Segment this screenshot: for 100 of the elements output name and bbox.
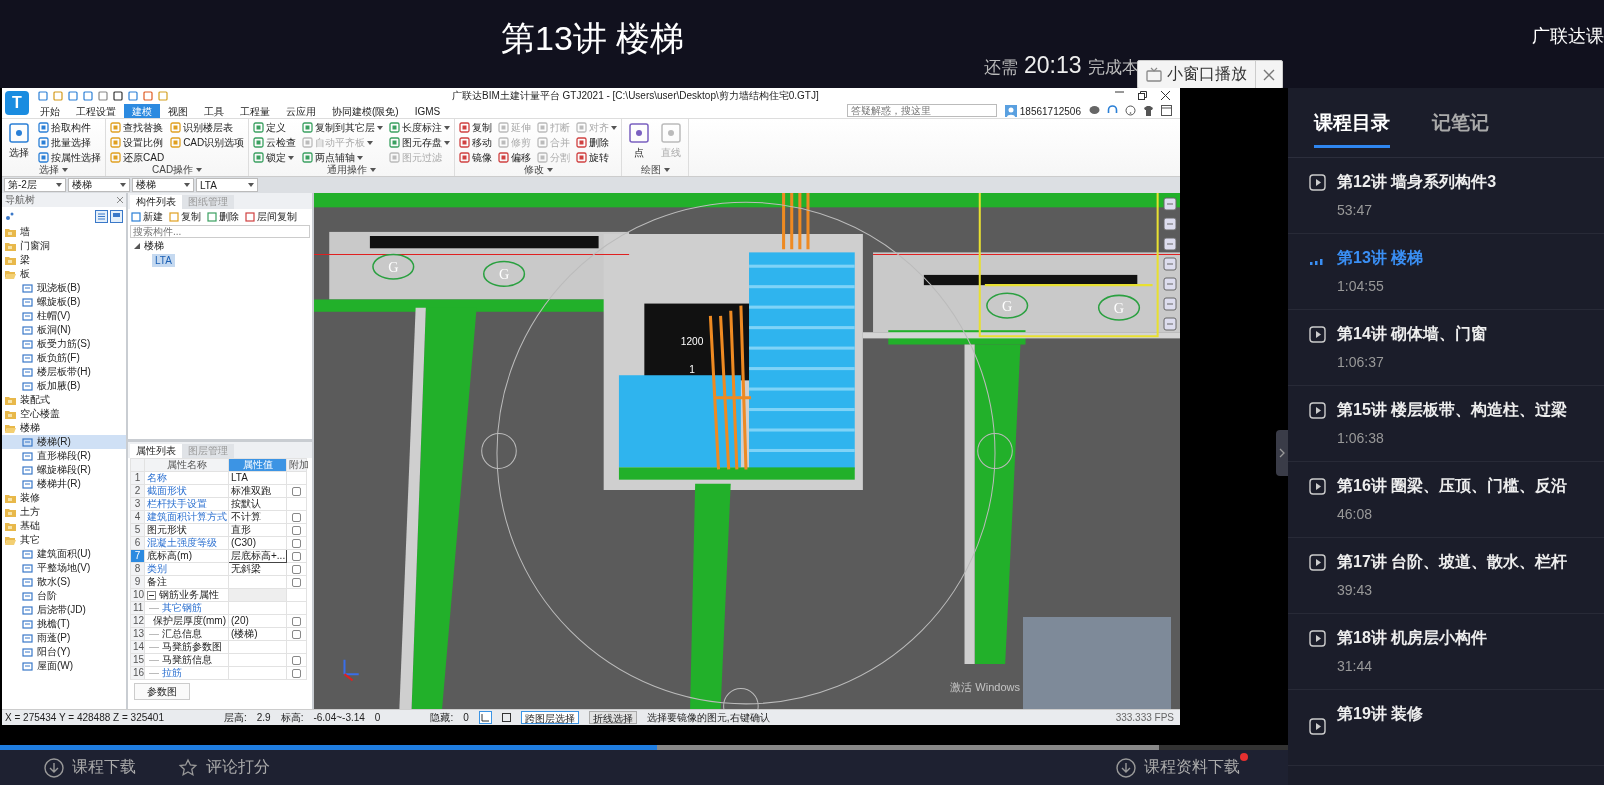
nav-tree-item[interactable]: 楼梯(R) (2, 435, 126, 449)
ribbon-button[interactable]: 还原CAD (110, 151, 165, 164)
status-button[interactable]: 跨图层选择 (520, 711, 579, 724)
rating-button[interactable]: 评论打分 (178, 757, 270, 778)
ribbon-button[interactable]: 复制 (459, 121, 493, 134)
parameter-diagram-button[interactable]: 参数图 (134, 683, 190, 700)
materials-download-button[interactable]: 课程资料下载 (1116, 757, 1240, 778)
menu-tab[interactable]: IGMS (406, 104, 449, 118)
sidebar-tab[interactable]: 课程目录 (1314, 110, 1390, 148)
nav-tree-item[interactable]: 楼梯井(R) (2, 477, 126, 491)
checkbox[interactable] (292, 564, 301, 574)
menu-tab[interactable]: 视图 (160, 104, 196, 118)
search-field[interactable]: 搜索构件... (130, 225, 310, 238)
collapse-handle[interactable] (1276, 430, 1288, 476)
ribbon-button[interactable]: 旋转 (576, 151, 618, 164)
menu-tab[interactable]: 开始 (32, 104, 68, 118)
nav-tree-item[interactable]: 楼梯 (2, 421, 126, 435)
search-field[interactable]: 答疑解惑，搜这里 (846, 104, 997, 117)
ribbon-button[interactable]: 批量选择 (38, 136, 101, 149)
menu-tab[interactable]: 协同建模(限免) (324, 104, 407, 118)
panel-tab[interactable]: 属性列表 (130, 444, 182, 458)
ribbon-button[interactable]: 两点辅轴 (302, 151, 384, 164)
lesson-item[interactable]: 第14讲 砌体墙、门窗 1:06:37 (1288, 310, 1604, 386)
nav-tree-item[interactable]: 楼层板带(H) (2, 365, 126, 379)
lesson-item[interactable]: 第17讲 台阶、坡道、散水、栏杆 39:43 (1288, 538, 1604, 614)
ribbon-button[interactable]: 图元存盘 (389, 136, 451, 149)
nav-tree-item[interactable]: 空心楼盖 (2, 407, 126, 421)
lesson-item[interactable]: 第18讲 机房层小构件 31:44 (1288, 614, 1604, 690)
lesson-item[interactable]: 第13讲 楼梯 1:04:55 (1288, 234, 1604, 310)
lesson-item[interactable]: 第12讲 墙身系列构件3 53:47 (1288, 158, 1604, 234)
ribbon-button[interactable]: 删除 (576, 136, 618, 149)
ribbon-button[interactable]: 按属性选择 (38, 151, 101, 164)
ribbon-button[interactable]: 云检查 (253, 136, 297, 149)
nav-tree-item[interactable]: 基础 (2, 519, 126, 533)
lesson-item[interactable]: 第15讲 楼层板带、构造柱、过梁 1:06:38 (1288, 386, 1604, 462)
ribbon-button[interactable]: 偏移 (498, 151, 532, 164)
menu-tab[interactable]: 云应用 (278, 104, 324, 118)
nav-tree-item[interactable]: 板 (2, 267, 126, 281)
checkbox[interactable] (292, 525, 301, 535)
nav-tree-item[interactable]: 板受力筋(S) (2, 337, 126, 351)
nav-tree-item[interactable]: 柱帽(V) (2, 309, 126, 323)
menu-tab[interactable]: 工程量 (232, 104, 278, 118)
status-button[interactable]: 折线选择 (588, 711, 637, 724)
ribbon-button[interactable]: 选择 (6, 121, 32, 161)
nav-tree-item[interactable]: 挑檐(T) (2, 617, 126, 631)
nav-tree-item[interactable]: 台阶 (2, 589, 126, 603)
ribbon-button[interactable]: 拾取构件 (38, 121, 101, 134)
nav-tree-item[interactable]: 现浇板(B) (2, 281, 126, 295)
checkbox[interactable] (292, 616, 301, 626)
ribbon-button[interactable]: 设置比例 (110, 136, 165, 149)
property-value[interactable]: 层底标高+... (228, 549, 287, 563)
ribbon-button[interactable]: 镜像 (459, 151, 493, 164)
checkbox[interactable] (292, 668, 301, 678)
component-item[interactable]: LTA (152, 254, 175, 267)
menu-tab[interactable]: 建模 (124, 104, 160, 118)
nav-tree-item[interactable]: 阳台(Y) (2, 645, 126, 659)
toolbar-button[interactable]: 层间复制 (245, 210, 297, 224)
toolbar-button[interactable]: 复制 (169, 210, 201, 224)
nav-tree-item[interactable]: 门窗洞 (2, 239, 126, 253)
nav-tree-item[interactable]: 屋面(W) (2, 659, 126, 673)
nav-tree-item[interactable]: 板加腋(B) (2, 379, 126, 393)
menu-tab[interactable]: 工具 (196, 104, 232, 118)
download-button[interactable]: 课程下载 (44, 757, 136, 778)
ribbon-button[interactable]: 点 (626, 121, 653, 161)
dropdown-field[interactable]: LTA (196, 178, 258, 192)
dropdown-field[interactable]: 楼梯 (132, 178, 194, 192)
checkbox[interactable] (292, 577, 301, 587)
nav-tree-item[interactable]: 梁 (2, 253, 126, 267)
lesson-item[interactable]: 第19讲 装修 (1288, 690, 1604, 766)
checkbox[interactable] (292, 512, 301, 522)
nav-tree-item[interactable]: 散水(S) (2, 575, 126, 589)
ribbon-button[interactable]: 移动 (459, 136, 493, 149)
mini-player-button[interactable]: 小窗口播放 (1138, 61, 1255, 88)
ribbon-button[interactable]: 长度标注 (389, 121, 451, 134)
panel-tab[interactable]: 构件列表 (130, 195, 182, 209)
nav-tree-item[interactable]: 建筑面积(U) (2, 547, 126, 561)
nav-tree-item[interactable]: 板负筋(F) (2, 351, 126, 365)
nav-tree-item[interactable]: 平整场地(V) (2, 561, 126, 575)
ribbon-button[interactable]: 锁定 (253, 151, 297, 164)
toolbar-button[interactable]: 新建 (131, 210, 163, 224)
nav-tree-item[interactable]: 土方 (2, 505, 126, 519)
lesson-item[interactable]: 第16讲 圈梁、压顶、门槛、反沿 46:08 (1288, 462, 1604, 538)
nav-tree-item[interactable]: 装修 (2, 491, 126, 505)
menu-tab[interactable]: 工程设置 (68, 104, 124, 118)
nav-tree-item[interactable]: 螺旋板(B) (2, 295, 126, 309)
checkbox[interactable] (292, 629, 301, 639)
nav-tree-item[interactable]: 螺旋梯段(R) (2, 463, 126, 477)
checkbox[interactable] (292, 551, 301, 561)
ribbon-button[interactable]: 定义 (253, 121, 297, 134)
nav-tree-item[interactable]: 板洞(N) (2, 323, 126, 337)
ribbon-button[interactable]: CAD识别选项 (170, 136, 245, 149)
toolbar-button[interactable]: 删除 (207, 210, 239, 224)
checkbox[interactable] (292, 486, 301, 496)
checkbox[interactable] (292, 655, 301, 665)
sidebar-tab[interactable]: 记笔记 (1432, 110, 1489, 148)
nav-tree-item[interactable]: 墙 (2, 225, 126, 239)
nav-tree-item[interactable]: 雨蓬(P) (2, 631, 126, 645)
ribbon-button[interactable]: 复制到其它层 (302, 121, 384, 134)
component-tree-item[interactable]: 楼梯 (128, 238, 312, 253)
dropdown-field[interactable]: 楼梯 (68, 178, 130, 192)
